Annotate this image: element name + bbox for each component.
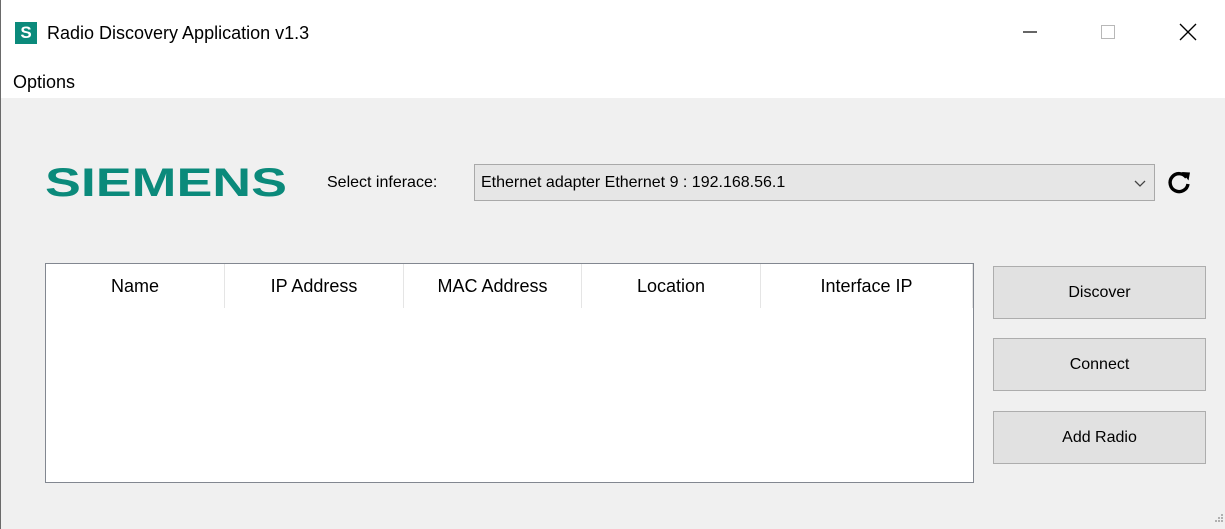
list-header: Name IP Address MAC Address Location Int… — [46, 264, 973, 308]
connect-button[interactable]: Connect — [993, 338, 1206, 391]
close-icon — [1179, 23, 1197, 41]
device-list[interactable]: Name IP Address MAC Address Location Int… — [45, 263, 974, 483]
menu-bar: Options — [1, 64, 1225, 98]
close-button[interactable] — [1165, 12, 1211, 52]
minimize-button[interactable] — [1007, 12, 1053, 52]
maximize-button[interactable] — [1085, 12, 1131, 52]
interface-label: Select inferace: — [327, 174, 438, 191]
minimize-icon — [1023, 31, 1037, 33]
column-header-mac-address[interactable]: MAC Address — [404, 264, 582, 308]
maximize-icon — [1101, 25, 1115, 39]
resize-grip-icon[interactable] — [1212, 511, 1224, 523]
app-icon: S — [15, 22, 37, 44]
title-bar[interactable]: S Radio Discovery Application v1.3 — [1, 0, 1225, 64]
window-title: Radio Discovery Application v1.3 — [47, 23, 310, 43]
interface-select-value: Ethernet adapter Ethernet 9 : 192.168.56… — [481, 174, 786, 191]
app-window: S Radio Discovery Application v1.3 Optio… — [0, 0, 1225, 529]
list-body[interactable] — [46, 308, 973, 482]
column-header-location[interactable]: Location — [582, 264, 761, 308]
logo-text: SIEMENS — [45, 161, 287, 205]
siemens-logo: SIEMENS — [45, 152, 295, 212]
column-header-interface-ip[interactable]: Interface IP — [761, 264, 973, 308]
column-header-ip-address[interactable]: IP Address — [225, 264, 404, 308]
column-header-name[interactable]: Name — [46, 264, 225, 308]
chevron-down-icon — [1134, 180, 1146, 187]
add-radio-button[interactable]: Add Radio — [993, 411, 1206, 464]
discover-button[interactable]: Discover — [993, 266, 1206, 319]
refresh-icon — [1168, 172, 1190, 194]
menu-options[interactable]: Options — [11, 70, 77, 94]
refresh-button[interactable] — [1164, 166, 1194, 198]
interface-select[interactable]: Ethernet adapter Ethernet 9 : 192.168.56… — [474, 164, 1155, 201]
